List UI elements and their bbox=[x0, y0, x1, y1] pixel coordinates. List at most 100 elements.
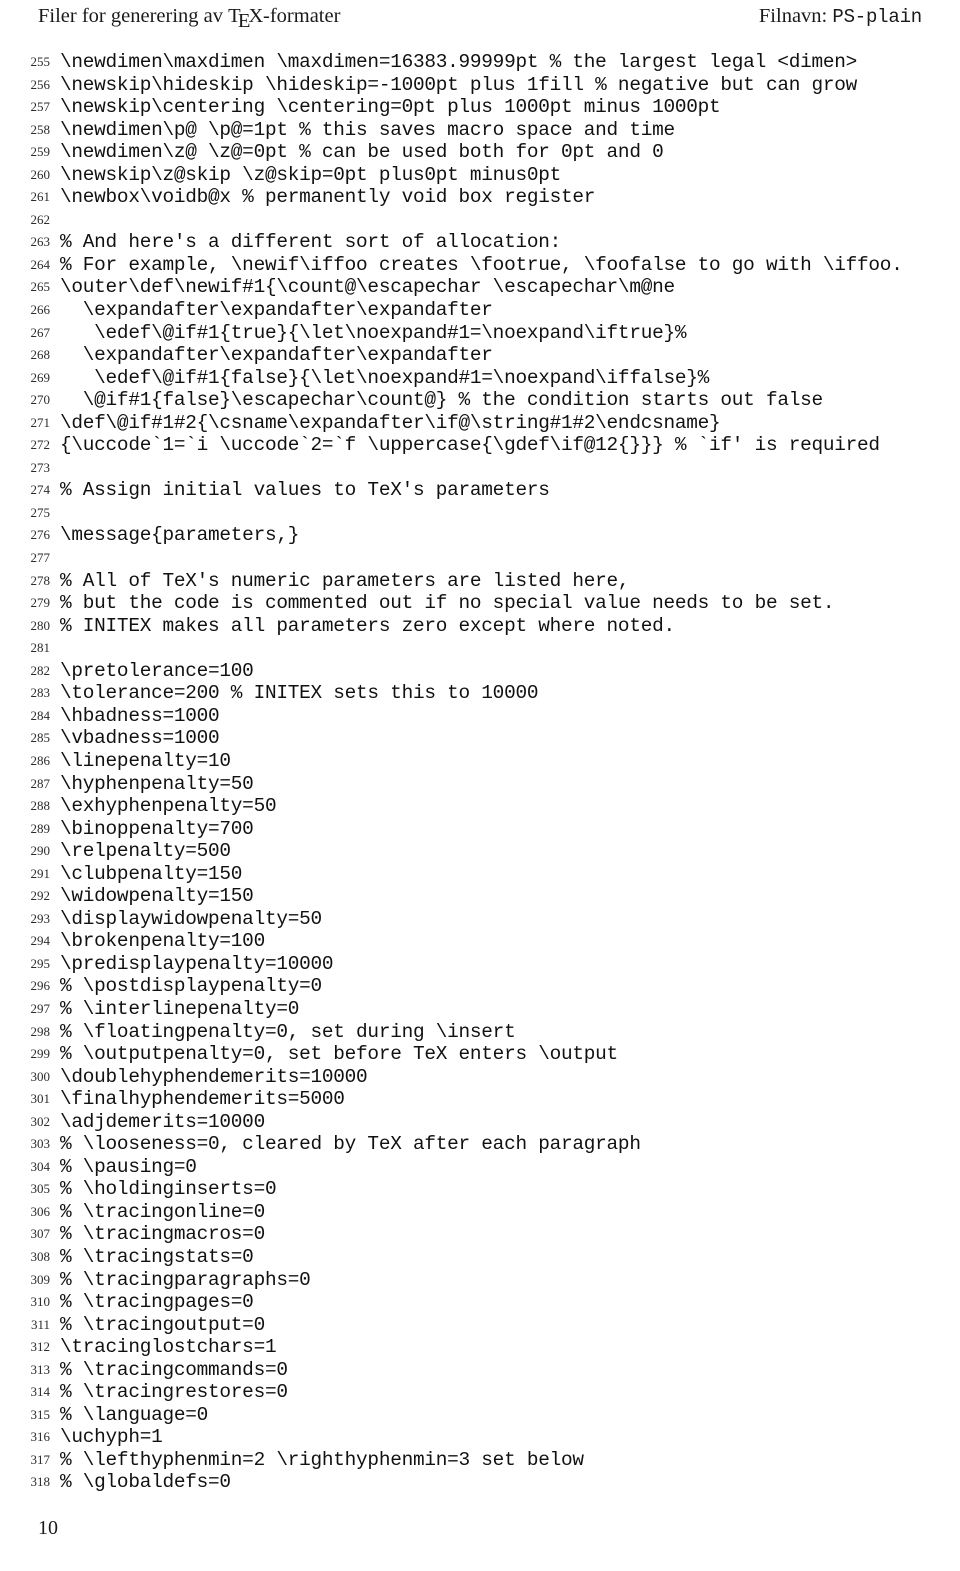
code-line: 286 \linepenalty=10 bbox=[0, 750, 960, 773]
line-number: 260 bbox=[30, 166, 51, 182]
line-number: 309 bbox=[30, 1271, 51, 1287]
line-number: 305 bbox=[30, 1181, 51, 1197]
code-line: 294 \brokenpenalty=100 bbox=[0, 930, 960, 953]
line-number: 297 bbox=[30, 1000, 51, 1016]
page-number: 10 bbox=[38, 1517, 58, 1539]
line-number: 263 bbox=[30, 234, 51, 250]
line-text: \outer\def\newif#1{\count@\escapechar \e… bbox=[60, 276, 675, 299]
running-header-title-suffix: -formater bbox=[263, 5, 341, 27]
code-line: 267 \edef\@if#1{true}{\let\noexpand#1=\n… bbox=[0, 322, 960, 345]
code-line: 315 % \language=0 bbox=[0, 1404, 960, 1427]
line-number: 270 bbox=[30, 392, 51, 408]
line-text: % \tracingrestores=0 bbox=[60, 1381, 288, 1404]
code-line: 307 % \tracingmacros=0 bbox=[0, 1223, 960, 1246]
line-number: 294 bbox=[30, 933, 51, 949]
line-text: % \tracingonline=0 bbox=[60, 1200, 265, 1223]
code-line: 258 \newdimen\p@ \p@=1pt % this saves mac… bbox=[0, 119, 960, 142]
line-number: 281 bbox=[30, 640, 51, 656]
line-number: 313 bbox=[30, 1361, 51, 1377]
line-number: 306 bbox=[30, 1203, 51, 1219]
line-number: 295 bbox=[30, 955, 51, 971]
line-text: \hbadness=1000 bbox=[60, 704, 220, 727]
line-text: \widowpenalty=150 bbox=[60, 885, 254, 908]
line-text: \vbadness=1000 bbox=[60, 727, 220, 750]
code-line: 296 % \postdisplaypenalty=0 bbox=[0, 975, 960, 998]
line-text: \finalhyphendemerits=5000 bbox=[60, 1088, 345, 1111]
line-number: 266 bbox=[30, 302, 51, 318]
code-line: 292 \widowpenalty=150 bbox=[0, 885, 960, 908]
code-line: 309 % \tracingparagraphs=0 bbox=[0, 1269, 960, 1292]
line-number: 265 bbox=[30, 279, 51, 295]
line-text: \doublehyphendemerits=10000 bbox=[60, 1065, 368, 1088]
line-number: 255 bbox=[30, 54, 51, 69]
code-line: 262 bbox=[0, 209, 960, 232]
code-line: 289 \binoppenalty=700 bbox=[0, 818, 960, 841]
line-text: \newbox\voidb@x % permanently void box r… bbox=[60, 186, 596, 209]
line-text: \@if#1{false}\escapechar\count@} % the c… bbox=[60, 389, 823, 412]
line-number: 273 bbox=[30, 459, 51, 475]
code-listing: 255 \newdimen\maxdimen \maxdimen=16383.99… bbox=[0, 51, 960, 1494]
line-number: 312 bbox=[30, 1339, 51, 1355]
line-text: \tracinglostchars=1 bbox=[60, 1336, 277, 1359]
line-number: 291 bbox=[30, 865, 51, 881]
line-text: % \looseness=0, cleared by TeX after eac… bbox=[60, 1133, 641, 1156]
line-text: \edef\@if#1{false}{\let\noexpand#1=\noex… bbox=[60, 366, 710, 389]
line-text: % \floatingpenalty=0, set during \insert bbox=[60, 1020, 516, 1043]
code-line: 288 \exhyphenpenalty=50 bbox=[0, 795, 960, 818]
filename-label: Filnavn: bbox=[758, 5, 828, 27]
line-text: \predisplaypenalty=10000 bbox=[60, 952, 334, 975]
line-text: % \interlinepenalty=0 bbox=[60, 997, 300, 1020]
code-line: 306 % \tracingonline=0 bbox=[0, 1201, 960, 1224]
line-number: 285 bbox=[30, 730, 51, 746]
line-number: 296 bbox=[30, 978, 51, 994]
line-text: % \tracingpages=0 bbox=[60, 1291, 254, 1314]
line-text: \newdimen\z@ \z@=0pt % can be used both … bbox=[60, 141, 664, 164]
code-line: 313 % \tracingcommands=0 bbox=[0, 1359, 960, 1382]
line-text: \uchyph=1 bbox=[60, 1426, 163, 1449]
document-page: Filer for generering av TEX-formater Fil… bbox=[0, 0, 960, 1571]
line-number: 284 bbox=[30, 707, 51, 723]
line-text: \relpenalty=500 bbox=[60, 840, 231, 863]
code-line: 265 \outer\def\newif#1{\count@\escapechar… bbox=[0, 276, 960, 299]
code-line: 299 % \outputpenalty=0, set before TeX en… bbox=[0, 1043, 960, 1066]
line-number: 280 bbox=[30, 617, 51, 633]
line-text: \clubpenalty=150 bbox=[60, 862, 243, 885]
line-number: 302 bbox=[30, 1113, 51, 1129]
code-line: 284 \hbadness=1000 bbox=[0, 705, 960, 728]
code-line: 303 % \looseness=0, cleared by TeX after … bbox=[0, 1133, 960, 1156]
line-number: 304 bbox=[30, 1158, 51, 1174]
code-line: 291 \clubpenalty=150 bbox=[0, 863, 960, 886]
line-text: % \tracingcommands=0 bbox=[60, 1358, 288, 1381]
code-line: 305 % \holdinginserts=0 bbox=[0, 1178, 960, 1201]
line-number: 269 bbox=[30, 369, 51, 385]
line-number: 257 bbox=[30, 99, 51, 115]
code-line: 310 % \tracingpages=0 bbox=[0, 1291, 960, 1314]
line-text: % \globaldefs=0 bbox=[60, 1471, 231, 1494]
code-line: 312 \tracinglostchars=1 bbox=[0, 1336, 960, 1359]
running-header-filename: Filnavn: PS-plain bbox=[759, 3, 922, 30]
code-line: 268 \expandafter\expandafter\expandafter bbox=[0, 344, 960, 367]
line-text: % \holdinginserts=0 bbox=[60, 1178, 277, 1201]
code-line: 298 % \floatingpenalty=0, set during \ins… bbox=[0, 1021, 960, 1044]
code-line: 318 % \globaldefs=0 bbox=[0, 1471, 960, 1494]
line-number: 274 bbox=[30, 482, 51, 498]
line-text: \binoppenalty=700 bbox=[60, 817, 254, 840]
line-text: % \language=0 bbox=[60, 1403, 209, 1426]
code-line: 283 \tolerance=200 % INITEX sets this to … bbox=[0, 682, 960, 705]
code-line: 311 % \tracingoutput=0 bbox=[0, 1314, 960, 1337]
line-number: 277 bbox=[30, 550, 51, 566]
running-header-title: Filer for generering av TEX-formater bbox=[38, 3, 341, 32]
code-line: 282 \pretolerance=100 bbox=[0, 660, 960, 683]
code-line: 260 \newskip\z@skip \z@skip=0pt plus0pt m… bbox=[0, 164, 960, 187]
line-text: \expandafter\expandafter\expandafter bbox=[60, 344, 493, 367]
code-line: 316 \uchyph=1 bbox=[0, 1426, 960, 1449]
code-line: 280 % INITEX makes all parameters zero ex… bbox=[0, 615, 960, 638]
line-text: % INITEX makes all parameters zero excep… bbox=[60, 614, 675, 637]
line-number: 298 bbox=[30, 1023, 51, 1039]
code-line: 297 % \interlinepenalty=0 bbox=[0, 998, 960, 1021]
code-line: 302 \adjdemerits=10000 bbox=[0, 1111, 960, 1134]
line-text: \brokenpenalty=100 bbox=[60, 930, 265, 953]
line-text: % \pausing=0 bbox=[60, 1155, 197, 1178]
code-line: 264 % For example, \newif\iffoo creates \… bbox=[0, 254, 960, 277]
line-number: 271 bbox=[30, 414, 51, 430]
